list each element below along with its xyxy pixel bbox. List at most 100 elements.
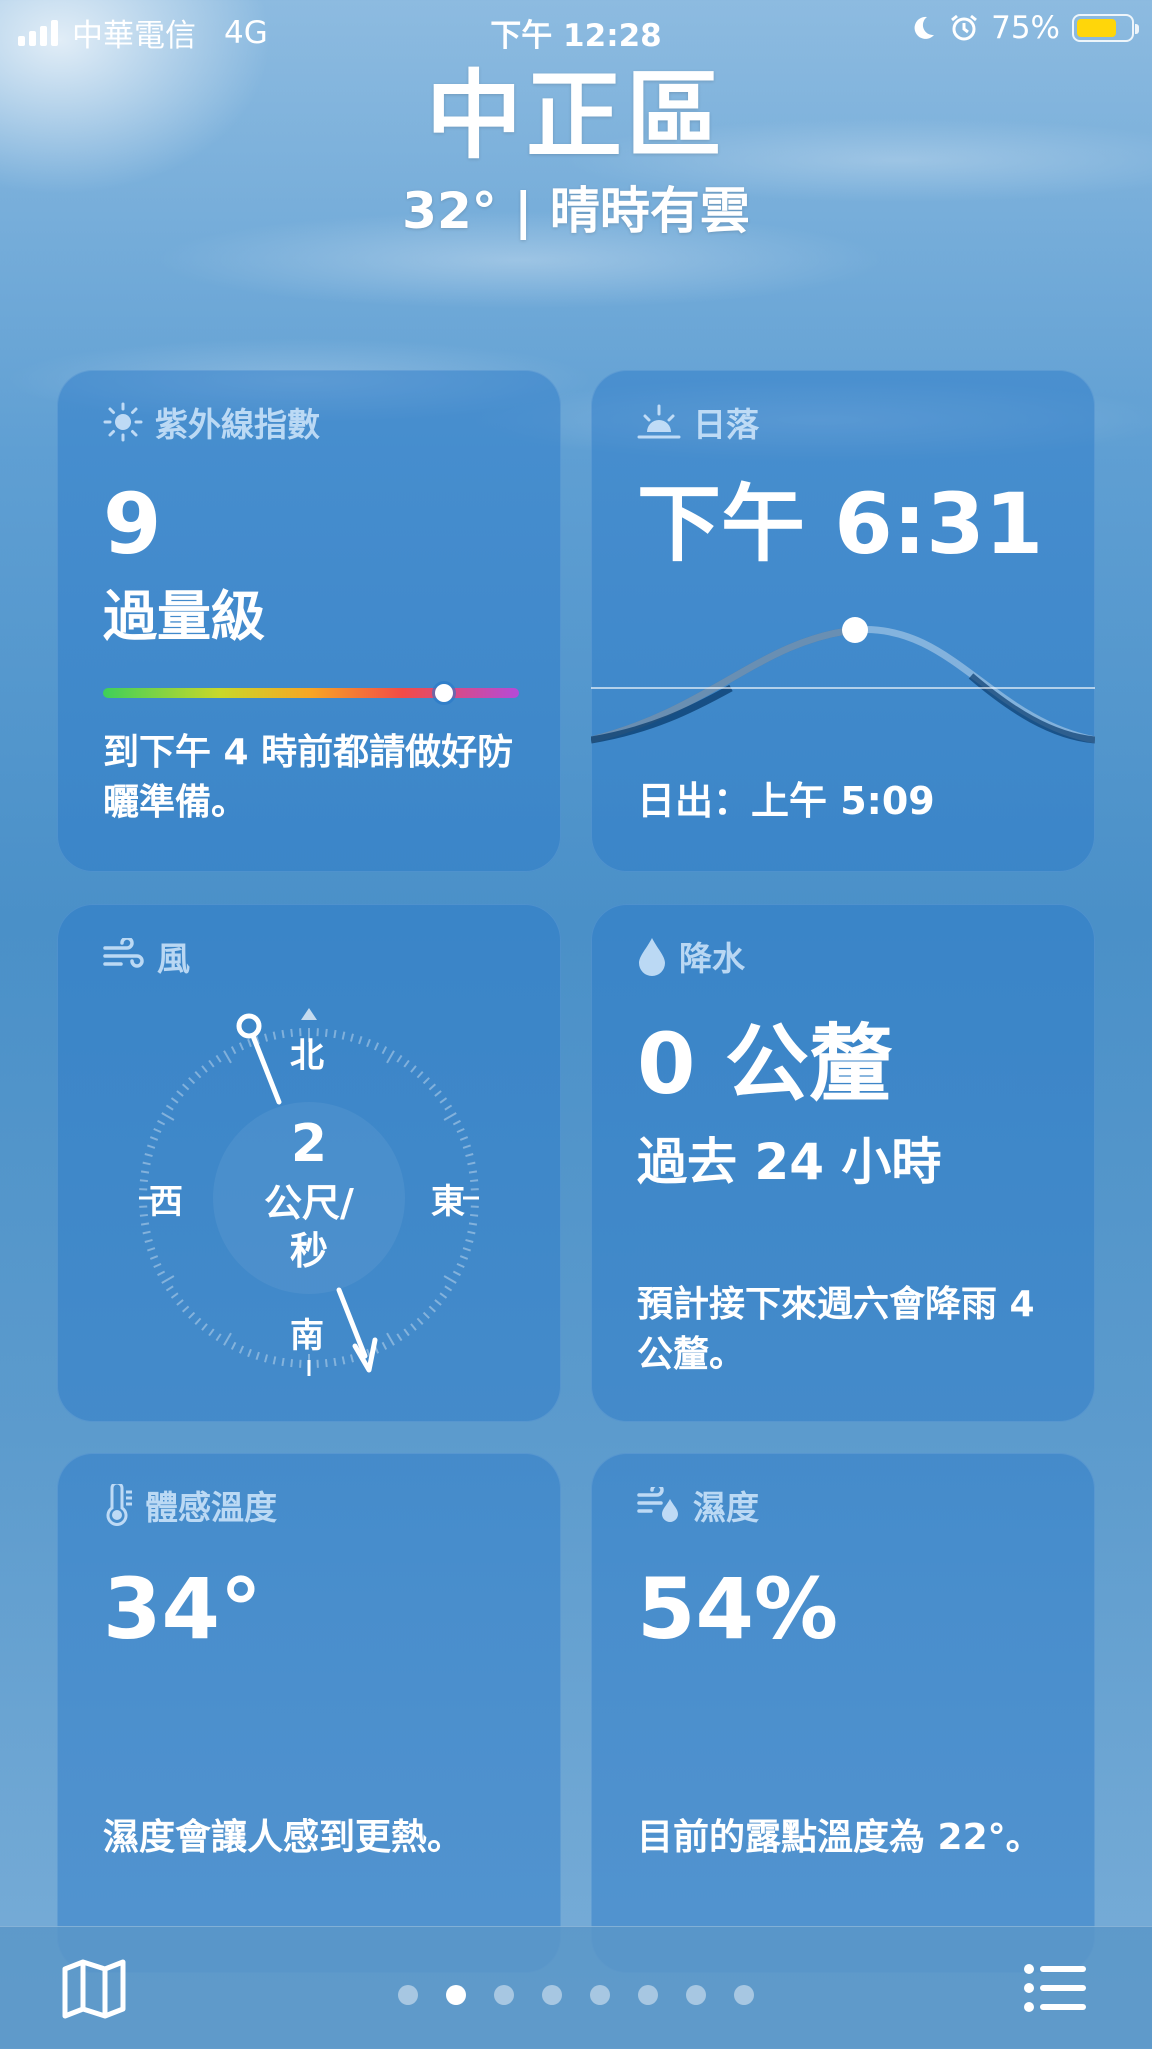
- uv-scale-indicator: [435, 684, 453, 702]
- compass-tick: [343, 1356, 345, 1364]
- status-bar: 中華電信 4G 下午 12:28 75%: [0, 0, 1152, 58]
- moon-icon: [909, 14, 937, 42]
- compass-tick: [367, 1039, 370, 1046]
- compass-tick: [195, 1318, 200, 1324]
- compass-tick: [274, 1032, 276, 1040]
- sunrise-time: 日出：上午 5:09: [637, 776, 1055, 826]
- uv-value: 9: [103, 476, 161, 572]
- sunset-card[interactable]: 日落 下午 6:31 日出：上午 5:09: [591, 370, 1095, 872]
- precipitation-description: 預計接下來週六會降雨 4 公釐。: [637, 1280, 1055, 1380]
- feels-like-value: 34°: [103, 1561, 262, 1657]
- compass-tick: [248, 1349, 251, 1356]
- compass-tick: [383, 1342, 387, 1349]
- compass-tick: [265, 1354, 267, 1362]
- compass-tick: [383, 1047, 387, 1054]
- compass-south: 南: [290, 1308, 324, 1357]
- compass-tick: [417, 1072, 422, 1078]
- compass-tick: [177, 1091, 183, 1096]
- compass-tick: [397, 1334, 401, 1341]
- compass-tick: [248, 1039, 251, 1046]
- compass-north: 北: [290, 1028, 324, 1077]
- page-dot[interactable]: [446, 1985, 466, 2005]
- compass-tick: [195, 1072, 200, 1078]
- page-dot[interactable]: [638, 1985, 658, 2005]
- compass-tick: [444, 1276, 456, 1283]
- wind-card[interactable]: 風 北 南 西 東 2 公尺/ 秒: [57, 904, 561, 1422]
- page-indicator[interactable]: [0, 1985, 1152, 2005]
- compass-tick: [440, 1293, 446, 1298]
- compass-tick: [256, 1352, 258, 1360]
- compass-tick: [171, 1293, 177, 1298]
- compass-tick: [411, 1324, 416, 1330]
- compass-tick: [334, 1030, 335, 1038]
- humidity-value: 54%: [637, 1561, 838, 1657]
- compass-tick: [404, 1060, 409, 1066]
- compass-tick: [162, 1276, 174, 1283]
- compass-tick: [171, 1098, 177, 1103]
- compass-tick: [282, 1030, 283, 1038]
- compass-tick: [387, 1051, 394, 1063]
- compass-tick: [424, 1313, 430, 1319]
- sunset-time: 下午 6:31: [637, 476, 1043, 572]
- compass-tick: [232, 1342, 236, 1349]
- compass-tick: [209, 1329, 214, 1335]
- compass-tick: [375, 1043, 378, 1050]
- compass-tick: [166, 1105, 173, 1109]
- humidity-icon: [637, 1487, 681, 1523]
- feels-like-card[interactable]: 體感溫度 34° 濕度會讓人感到更熱。: [57, 1453, 561, 1973]
- thermometer-icon: [103, 1484, 133, 1526]
- compass-tick: [351, 1354, 353, 1362]
- compass-tick: [216, 1334, 220, 1341]
- page-dot[interactable]: [590, 1985, 610, 2005]
- compass-tick: [189, 1078, 195, 1084]
- wind-title: 風: [157, 932, 190, 980]
- precipitation-title: 降水: [679, 932, 745, 980]
- precipitation-card[interactable]: 降水 0 公釐 過去 24 小時 預計接下來週六會降雨 4 公釐。: [591, 904, 1095, 1422]
- humidity-title: 濕度: [693, 1481, 759, 1529]
- compass-tick: [435, 1091, 441, 1096]
- page-dot[interactable]: [494, 1985, 514, 2005]
- uv-scale-bar: [103, 688, 519, 698]
- wind-speed: 2: [57, 1114, 561, 1174]
- compass-tick: [224, 1051, 231, 1063]
- uv-title: 紫外線指數: [155, 398, 320, 446]
- sunset-title: 日落: [693, 398, 759, 446]
- compass-tick: [387, 1333, 394, 1345]
- compass-tick: [177, 1300, 183, 1305]
- page-dot[interactable]: [734, 1985, 754, 2005]
- compass-tick: [404, 1329, 409, 1335]
- page-dot[interactable]: [398, 1985, 418, 2005]
- compass-tick: [240, 1043, 243, 1050]
- feels-like-description: 濕度會讓人感到更熱。: [103, 1813, 521, 1863]
- alarm-icon: [949, 13, 979, 43]
- page-dot[interactable]: [542, 1985, 562, 2005]
- location-header: 中正區 32° | 晴時有雲: [0, 58, 1152, 242]
- compass-tick: [417, 1318, 422, 1324]
- uv-level: 過量級: [103, 572, 265, 651]
- battery-icon: [1072, 14, 1134, 42]
- sun-icon: [103, 402, 143, 442]
- compass-tick: [216, 1055, 220, 1062]
- compass-tick: [343, 1032, 345, 1040]
- compass-tick: [224, 1333, 231, 1345]
- precipitation-period: 過去 24 小時: [637, 1122, 941, 1194]
- uv-description: 到下午 4 時前都請做好防曬準備。: [103, 728, 521, 828]
- compass-tick: [291, 1359, 292, 1367]
- list-icon[interactable]: [1024, 1963, 1088, 2013]
- compass-tick: [445, 1105, 452, 1109]
- wind-icon: [103, 938, 145, 974]
- compass-tick: [326, 1029, 327, 1037]
- bottom-toolbar: [0, 1926, 1152, 2049]
- compass-tick: [189, 1313, 195, 1319]
- humidity-description: 目前的露點溫度為 22°。: [637, 1813, 1055, 1863]
- compass-tick: [351, 1034, 353, 1042]
- humidity-card[interactable]: 濕度 54% 目前的露點溫度為 22°。: [591, 1453, 1095, 1973]
- city-name: 中正區: [0, 58, 1152, 174]
- compass-tick: [429, 1084, 435, 1089]
- compass-tick: [429, 1306, 435, 1311]
- compass-tick: [265, 1034, 267, 1042]
- compass-tick: [435, 1300, 441, 1305]
- compass-tick: [202, 1324, 207, 1330]
- page-dot[interactable]: [686, 1985, 706, 2005]
- uv-index-card[interactable]: 紫外線指數 9 過量級 到下午 4 時前都請做好防曬準備。: [57, 370, 561, 872]
